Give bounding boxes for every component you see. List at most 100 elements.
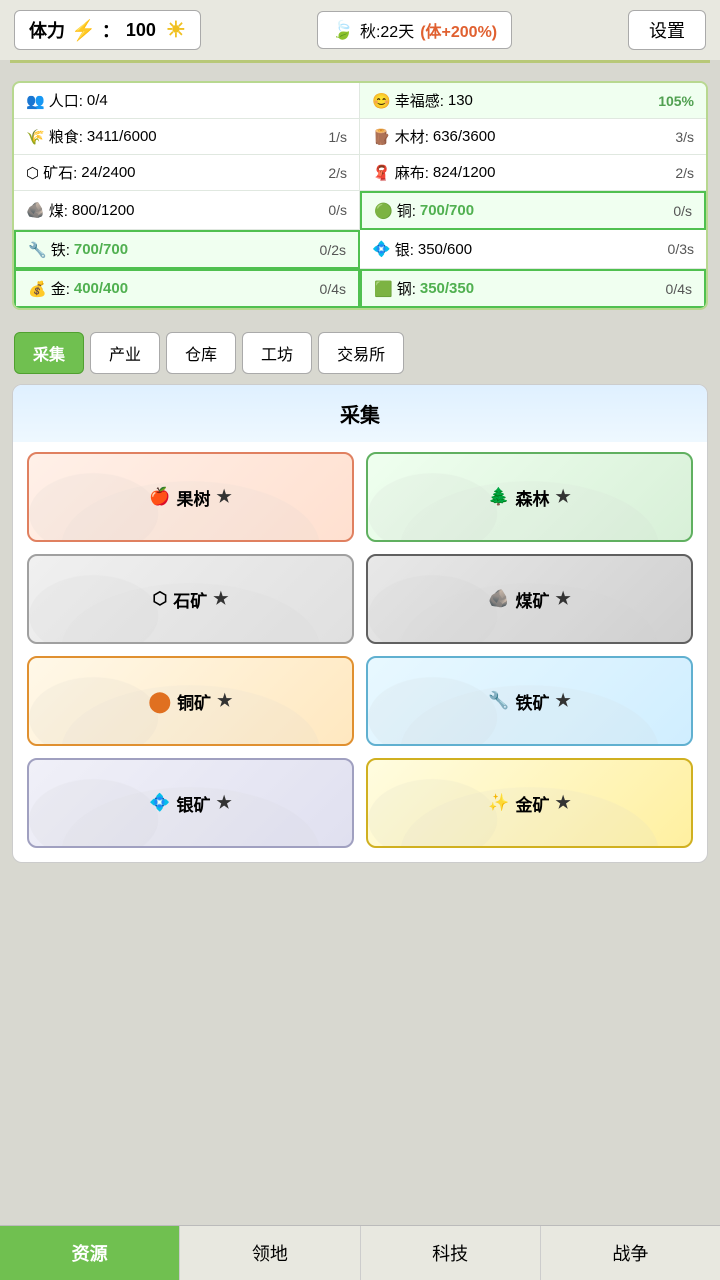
section-title: 采集: [13, 385, 707, 442]
iron-value: 700/700: [74, 241, 128, 258]
coal-mine-icon: 🪨: [488, 589, 509, 609]
forest-card[interactable]: 🌲 森林 ★: [366, 452, 693, 542]
iron-icon: 🔧: [28, 241, 47, 259]
fruit-star: ★: [216, 487, 231, 507]
population-value: 0/4: [87, 92, 108, 109]
wood-rate: 3/s: [675, 129, 694, 145]
gold-value: 400/400: [74, 280, 128, 297]
gold-cell: 💰 金: 400/400 0/4s: [14, 269, 360, 308]
food-label: 粮食:: [49, 126, 83, 147]
nav-war[interactable]: 战争: [541, 1226, 720, 1280]
stone-label: 矿石:: [43, 162, 77, 183]
silver-mine-card[interactable]: 💠 银矿 ★: [27, 758, 354, 848]
stamina-colon: ：: [102, 17, 120, 43]
copper-rate: 0/s: [673, 203, 692, 219]
iron-name: 🔧 铁: 700/700: [28, 239, 128, 260]
gold-mine-icon: ✨: [488, 793, 509, 813]
resources-panel: 👥 人口: 0/4 😊 幸福感: 130 105% 🌾 粮食: 3411/600…: [12, 81, 708, 310]
gold-rate: 0/4s: [320, 281, 346, 297]
coal-mine-text: 煤矿: [515, 587, 549, 612]
stone-value: 24/2400: [81, 164, 135, 181]
wood-label: 木材:: [395, 126, 429, 147]
steel-value: 350/350: [420, 280, 474, 297]
copper-name: 🟢 铜: 700/700: [374, 200, 474, 221]
tab-warehouse[interactable]: 仓库: [166, 332, 236, 374]
wood-value: 636/3600: [433, 128, 496, 145]
stamina-label: 体力: [29, 17, 65, 43]
iron-mine-text: 铁矿: [515, 689, 549, 714]
nav-resources[interactable]: 资源: [0, 1226, 180, 1280]
steel-label: 钢:: [397, 278, 416, 299]
steel-icon: 🟩: [374, 280, 393, 298]
cards-grid: 🍎 果树 ★ 🌲 森林 ★ ⬡ 石矿 ★ 🪨 煤矿 ★: [13, 452, 707, 848]
tab-industry[interactable]: 产业: [90, 332, 160, 374]
stone-mine-card[interactable]: ⬡ 石矿 ★: [27, 554, 354, 644]
gold-mine-card[interactable]: ✨ 金矿 ★: [366, 758, 693, 848]
nav-tech[interactable]: 科技: [361, 1226, 541, 1280]
main-area: 采集 🍎 果树 ★ 🌲 森林 ★ ⬡ 石矿 ★ 🪨: [12, 384, 708, 863]
stone-mine-text: 石矿: [173, 587, 207, 612]
forest-label: 🌲 森林 ★: [488, 485, 570, 510]
cloth-label: 麻布:: [395, 162, 429, 183]
stone-cell: ⬡ 矿石: 24/2400 2/s: [14, 155, 360, 191]
iron-mine-card[interactable]: 🔧 铁矿 ★: [366, 656, 693, 746]
tab-gather[interactable]: 采集: [14, 332, 84, 374]
silver-rate: 0/3s: [668, 241, 694, 257]
gold-mine-star: ★: [555, 793, 570, 813]
silver-name: 💠 银: 350/600: [372, 239, 472, 260]
tab-exchange[interactable]: 交易所: [318, 332, 404, 374]
iron-rate: 0/2s: [320, 242, 346, 258]
cloth-cell: 🧣 麻布: 824/1200 2/s: [360, 155, 706, 191]
copper-label: 铜:: [397, 200, 416, 221]
copper-value: 700/700: [420, 202, 474, 219]
food-icon: 🌾: [26, 128, 45, 146]
silver-mine-icon: 💠: [149, 793, 170, 813]
settings-button[interactable]: 设置: [628, 10, 706, 50]
steel-rate: 0/4s: [666, 281, 692, 297]
cloth-name: 🧣 麻布: 824/1200: [372, 162, 495, 183]
forest-icon: 🌲: [488, 487, 509, 507]
copper-mine-label: ⬤ 铜矿 ★: [149, 689, 233, 714]
population-icon: 👥: [26, 92, 45, 110]
copper-icon: 🟢: [374, 202, 393, 220]
cloth-rate: 2/s: [675, 165, 694, 181]
stone-icon: ⬡: [26, 164, 39, 182]
stone-mine-icon: ⬡: [152, 589, 167, 609]
food-name: 🌾 粮食: 3411/6000: [26, 126, 157, 147]
happiness-cell: 😊 幸福感: 130 105%: [360, 83, 706, 119]
silver-value: 350/600: [418, 241, 472, 258]
fruit-icon: 🍎: [149, 487, 170, 507]
resources-grid: 👥 人口: 0/4 😊 幸福感: 130 105% 🌾 粮食: 3411/600…: [14, 83, 706, 308]
stone-mine-label: ⬡ 石矿 ★: [152, 587, 228, 612]
gold-mine-label: ✨ 金矿 ★: [488, 791, 570, 816]
happiness-rate: 105%: [658, 93, 694, 109]
coal-mine-card[interactable]: 🪨 煤矿 ★: [366, 554, 693, 644]
wood-cell: 🪵 木材: 636/3600 3/s: [360, 119, 706, 155]
gold-label: 金:: [51, 278, 70, 299]
population-label: 人口:: [49, 90, 83, 111]
gold-mine-text: 金矿: [515, 791, 549, 816]
wood-icon: 🪵: [372, 128, 391, 146]
silver-cell: 💠 银: 350/600 0/3s: [360, 230, 706, 269]
iron-mine-label: 🔧 铁矿 ★: [488, 689, 570, 714]
iron-cell: 🔧 铁: 700/700 0/2s: [14, 230, 360, 269]
population-name: 👥 人口: 0/4: [26, 90, 108, 111]
happiness-name: 😊 幸福感: 130: [372, 90, 473, 111]
bottom-nav: 资源 领地 科技 战争: [0, 1225, 720, 1280]
fruit-tree-card[interactable]: 🍎 果树 ★: [27, 452, 354, 542]
tabs-row: 采集 产业 仓库 工坊 交易所: [0, 320, 720, 380]
cloth-value: 824/1200: [433, 164, 496, 181]
copper-mine-card[interactable]: ⬤ 铜矿 ★: [27, 656, 354, 746]
season-text: 秋:22天: [360, 18, 414, 42]
copper-mine-star: ★: [217, 691, 232, 711]
food-value: 3411/6000: [87, 128, 157, 145]
coal-rate: 0/s: [328, 202, 347, 218]
nav-territory[interactable]: 领地: [180, 1226, 360, 1280]
iron-mine-star: ★: [555, 691, 570, 711]
copper-mine-text: 铜矿: [177, 689, 211, 714]
coal-mine-star: ★: [555, 589, 570, 609]
tab-workshop[interactable]: 工坊: [242, 332, 312, 374]
stone-name: ⬡ 矿石: 24/2400: [26, 162, 136, 183]
fruit-text: 果树: [176, 485, 210, 510]
happiness-label: 幸福感:: [395, 90, 444, 111]
